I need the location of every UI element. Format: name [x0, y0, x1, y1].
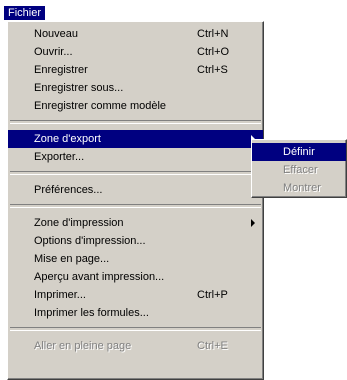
menu-item-label: Imprimer les formules...	[34, 307, 149, 319]
menu-item-shortcut: Ctrl+N	[197, 28, 229, 40]
submenu-item-effacer: Effacer	[252, 161, 346, 179]
menu-item-label: Définir	[283, 146, 315, 158]
submenu-item-definir[interactable]: Définir	[252, 143, 346, 161]
menu-item-pleine-page: Aller en pleine page Ctrl+E	[8, 337, 263, 355]
menu-item-zone-export[interactable]: Zone d'export	[8, 130, 263, 148]
menu-item-label: Enregistrer sous...	[34, 82, 124, 94]
menu-item-imprimer[interactable]: Imprimer... Ctrl+P	[8, 286, 263, 304]
submenu-item-montrer: Montrer	[252, 179, 346, 197]
menu-item-imprimer-formules[interactable]: Imprimer les formules...	[8, 304, 263, 322]
menu-separator	[10, 327, 261, 331]
menu-item-enregistrer[interactable]: Enregistrer Ctrl+S	[8, 61, 263, 79]
menu-item-label: Imprimer...	[34, 289, 86, 301]
menu-item-label: Effacer	[283, 164, 318, 176]
fichier-dropdown-menu: Nouveau Ctrl+N Ouvrir... Ctrl+O Enregist…	[7, 21, 264, 380]
menu-fichier[interactable]: Fichier	[4, 6, 46, 20]
menu-item-label: Montrer	[283, 182, 321, 194]
menu-item-shortcut: Ctrl+E	[197, 340, 228, 352]
menu-bar: Fichier	[0, 0, 347, 20]
menu-item-shortcut: Ctrl+S	[197, 64, 228, 76]
menu-item-mise-en-page[interactable]: Mise en page...	[8, 250, 263, 268]
menu-item-nouveau[interactable]: Nouveau Ctrl+N	[8, 25, 263, 43]
menu-item-label: Ouvrir...	[34, 46, 73, 58]
menu-item-label: Enregistrer	[34, 64, 88, 76]
menu-item-enregistrer-sous[interactable]: Enregistrer sous...	[8, 79, 263, 97]
menu-item-zone-impression[interactable]: Zone d'impression	[8, 214, 263, 232]
menu-item-label: Préférences...	[34, 184, 103, 196]
menu-item-label: Zone d'impression	[34, 217, 124, 229]
menu-item-label: Options d'impression...	[34, 235, 146, 247]
menu-item-label: Aperçu avant impression...	[34, 271, 165, 283]
zone-export-submenu: Définir Effacer Montrer	[251, 139, 347, 198]
menu-item-label: Aller en pleine page	[34, 340, 132, 352]
menu-item-preferences[interactable]: Préférences...	[8, 181, 263, 199]
menu-item-label: Nouveau	[34, 28, 79, 40]
menu-item-label: Mise en page...	[34, 253, 110, 265]
menu-separator	[10, 120, 261, 124]
menu-separator	[10, 171, 261, 175]
submenu-arrow-icon	[251, 219, 255, 227]
menu-item-exporter[interactable]: Exporter...	[8, 148, 263, 166]
menu-item-label: Exporter...	[34, 151, 85, 163]
menu-item-options-impression[interactable]: Options d'impression...	[8, 232, 263, 250]
menu-item-enregistrer-modele[interactable]: Enregistrer comme modèle	[8, 97, 263, 115]
menu-item-shortcut: Ctrl+O	[197, 46, 230, 58]
menu-item-label: Zone d'export	[34, 133, 101, 145]
menu-item-apercu[interactable]: Aperçu avant impression...	[8, 268, 263, 286]
menu-separator	[10, 204, 261, 208]
menu-item-label: Enregistrer comme modèle	[34, 100, 167, 112]
menu-item-shortcut: Ctrl+P	[197, 289, 228, 301]
menu-item-ouvrir[interactable]: Ouvrir... Ctrl+O	[8, 43, 263, 61]
